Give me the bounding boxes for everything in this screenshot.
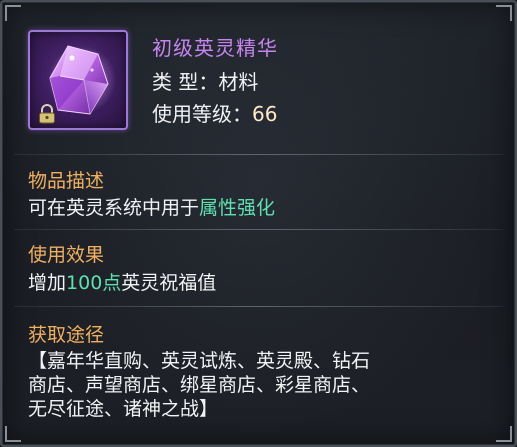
item-type-label: 类 型： xyxy=(152,70,219,94)
item-tooltip: 初级英灵精华 类 型：材料 使用等级：66 物品描述 可在英灵系统中用于属性强化… xyxy=(0,0,517,447)
source-line: 商店、声望商店、绑星商店、彩星商店、 xyxy=(28,374,371,396)
item-icon-slot[interactable] xyxy=(28,30,128,130)
description-text-prefix: 可在英灵系统中用于 xyxy=(28,197,200,219)
lock-icon xyxy=(39,104,55,124)
effect-text-prefix: 增加 xyxy=(28,272,67,294)
item-level-row: 使用等级：66 xyxy=(152,98,277,127)
source-line: 无尽征途、诸神之战】 xyxy=(28,398,219,420)
effect-title: 使用效果 xyxy=(28,244,105,266)
source-title: 获取途径 xyxy=(28,324,105,346)
description-title: 物品描述 xyxy=(28,170,105,192)
source-line: 【嘉年华直购、英灵试炼、英灵殿、钻石 xyxy=(28,350,371,372)
description-text: 可在英灵系统中用于属性强化 xyxy=(28,193,275,220)
item-name: 初级英灵精华 xyxy=(152,36,278,60)
section-divider xyxy=(14,154,503,155)
section-divider xyxy=(14,229,503,230)
item-type-row: 类 型：材料 xyxy=(152,66,258,95)
effect-text: 增加100点英灵祝福值 xyxy=(28,268,216,295)
effect-text-suffix: 英灵祝福值 xyxy=(121,272,217,294)
source-list: 【嘉年华直购、英灵试炼、英灵殿、钻石 商店、声望商店、绑星商店、彩星商店、 无尽… xyxy=(28,349,498,421)
item-header: 初级英灵精华 类 型：材料 使用等级：66 xyxy=(2,2,515,150)
item-type-value: 材料 xyxy=(218,70,259,94)
frame-corner xyxy=(5,426,21,442)
item-level-label: 使用等级： xyxy=(152,102,252,126)
item-level-value: 66 xyxy=(252,102,278,126)
effect-highlight: 100点 xyxy=(66,272,122,294)
description-highlight: 属性强化 xyxy=(199,197,276,219)
section-divider xyxy=(14,306,503,307)
frame-corner xyxy=(496,426,512,442)
